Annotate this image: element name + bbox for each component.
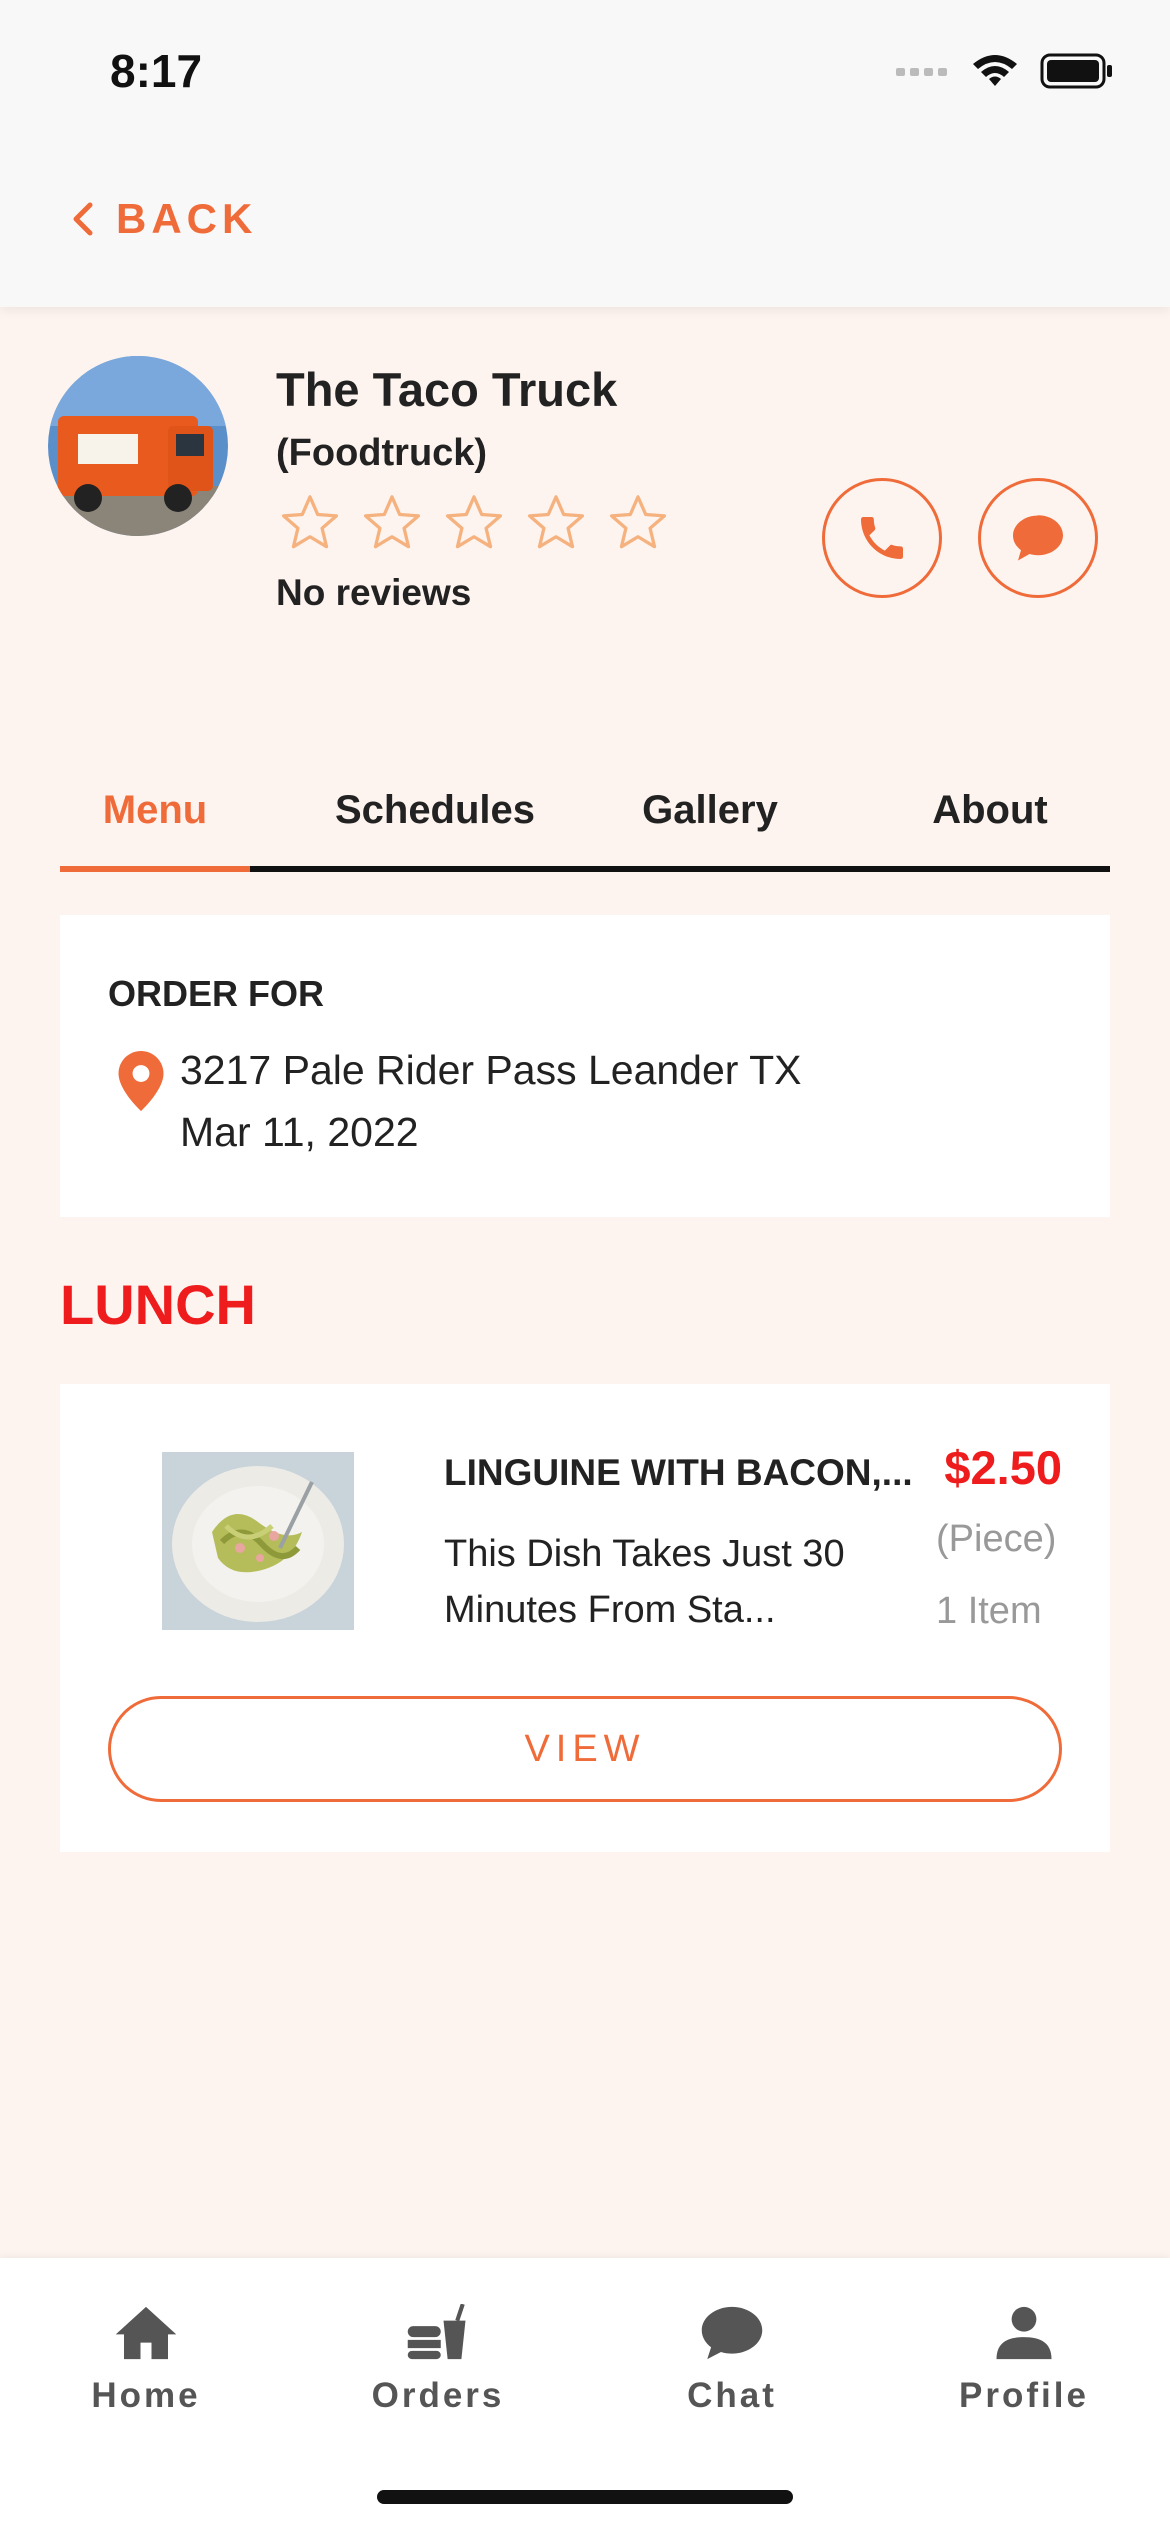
nav-home[interactable]: Home	[26, 2304, 266, 2416]
rating-stars	[276, 490, 672, 556]
section-title: LUNCH	[60, 1273, 256, 1336]
wifi-icon	[973, 55, 1017, 86]
tab-menu[interactable]: Menu	[60, 760, 250, 860]
top-bar: 8:17 BACK	[0, 0, 1170, 307]
star-icon	[609, 495, 667, 549]
location-pin-icon	[118, 1051, 164, 1111]
dish-description: This Dish Takes Just 30 Minutes From Sta…	[444, 1533, 845, 1631]
reviews-text: No reviews	[276, 572, 472, 613]
dish-price: $2.50	[944, 1441, 1062, 1494]
status-icons	[896, 52, 1114, 90]
food-truck-image	[48, 356, 228, 536]
chat-icon	[701, 2306, 763, 2360]
star-icon	[527, 495, 585, 549]
nav-profile[interactable]: Profile	[904, 2304, 1144, 2416]
signal-icon	[896, 68, 947, 76]
back-label: BACK	[116, 195, 258, 242]
star-icon	[445, 495, 503, 549]
home-indicator	[377, 2490, 793, 2504]
order-date: Mar 11, 2022	[180, 1109, 419, 1155]
home-icon	[115, 2306, 177, 2360]
nav-home-label: Home	[91, 2376, 201, 2415]
order-address: 3217 Pale Rider Pass Leander TX	[180, 1047, 802, 1093]
order-card: ORDER FOR 3217 Pale Rider Pass Leander T…	[60, 915, 1110, 1217]
nav-orders[interactable]: Orders	[318, 2304, 558, 2416]
nav-profile-label: Profile	[959, 2376, 1089, 2415]
star-icon	[363, 495, 421, 549]
order-title: ORDER FOR	[108, 973, 324, 1014]
tab-about[interactable]: About	[890, 760, 1090, 860]
dish-unit: (Piece)	[936, 1518, 1057, 1560]
tab-gallery[interactable]: Gallery	[620, 760, 800, 860]
view-button[interactable]: VIEW	[108, 1696, 1062, 1802]
chevron-left-icon	[73, 202, 93, 236]
back-button[interactable]: BACK	[70, 195, 257, 243]
vendor-avatar	[48, 356, 228, 536]
tab-bar: Menu Schedules Gallery About	[60, 760, 1110, 872]
battery-icon	[1040, 53, 1112, 89]
nav-chat-label: Chat	[687, 2376, 777, 2415]
message-button[interactable]	[978, 478, 1098, 598]
nav-chat[interactable]: Chat	[612, 2304, 852, 2416]
dish-name: LINGUINE WITH BACON,...	[444, 1452, 913, 1493]
nav-orders-label: Orders	[371, 2376, 505, 2415]
tab-active-indicator	[60, 866, 250, 872]
dish-quantity: 1 Item	[936, 1590, 1042, 1632]
profile-icon	[996, 2306, 1052, 2360]
chat-bubble-icon	[1013, 515, 1063, 561]
orders-icon	[407, 2304, 466, 2360]
phone-icon	[861, 517, 903, 559]
status-time: 8:17	[110, 45, 203, 97]
menu-item-card[interactable]: LINGUINE WITH BACON,... This Dish Takes …	[60, 1384, 1110, 1852]
vendor-type: (Foodtruck)	[276, 432, 488, 474]
dish-image	[162, 1452, 354, 1630]
tab-schedules[interactable]: Schedules	[310, 760, 560, 860]
vendor-name: The Taco Truck	[276, 363, 618, 416]
star-icon	[281, 495, 339, 549]
call-button[interactable]	[822, 478, 942, 598]
